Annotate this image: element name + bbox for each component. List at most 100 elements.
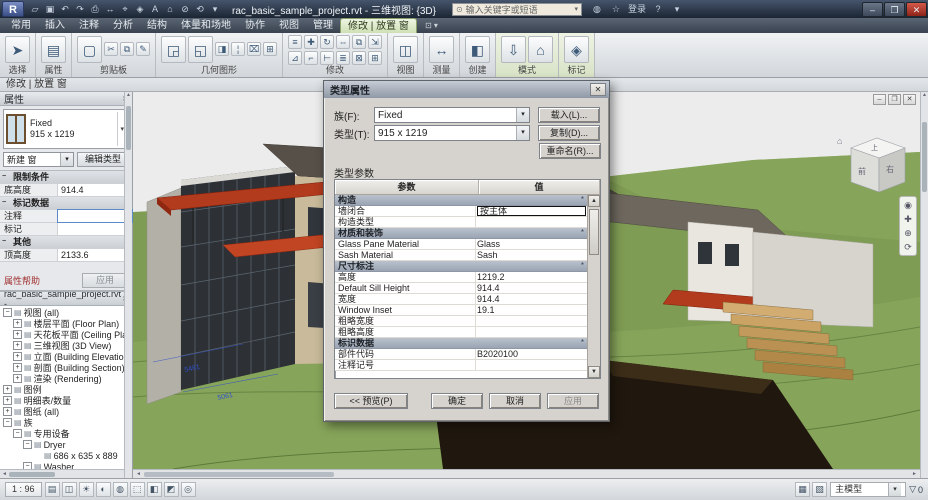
properties-help-link[interactable]: 属性帮助 — [4, 274, 40, 287]
show-crop-icon[interactable]: ◧ — [146, 482, 162, 497]
help-dropdown-icon[interactable]: ▾ — [670, 2, 684, 16]
ribbon-tab[interactable]: 分析 — [106, 18, 140, 33]
tree-item[interactable]: − ▤ Dryer — [0, 439, 132, 450]
param-value[interactable] — [476, 327, 587, 337]
viewcube-home-icon[interactable]: ⌂ — [837, 136, 842, 146]
tree-expander-icon[interactable]: + — [13, 330, 22, 339]
scroll-down-icon[interactable]: ▼ — [588, 366, 600, 378]
properties-icon[interactable]: ▤ — [41, 35, 66, 63]
zoom-icon[interactable]: ⊕ — [904, 228, 912, 238]
demolish-icon[interactable]: ⌧ — [247, 42, 261, 56]
open-icon[interactable]: ▱ — [28, 2, 42, 16]
table-vscrollbar[interactable]: ▲ ▼ — [587, 195, 600, 378]
param-value[interactable] — [476, 360, 587, 370]
model-in-place-icon[interactable]: ⌂ — [528, 35, 553, 63]
view-close-icon[interactable]: ✕ — [903, 94, 916, 105]
selection-filter[interactable]: ▽ 0 — [909, 484, 923, 495]
dialog-title-bar[interactable]: 类型属性 ✕ — [324, 81, 609, 98]
param-value-editor[interactable]: 按主体 — [477, 206, 586, 216]
duplicate-button[interactable]: 复制(D)... — [538, 125, 600, 141]
split-face-icon[interactable]: ¦ — [231, 42, 245, 56]
worksets-icon[interactable]: ▦ — [795, 482, 811, 497]
tree-item[interactable]: ▤ 686 x 635 x 889 — [0, 450, 132, 461]
family-combo[interactable]: Fixed ▾ — [374, 107, 530, 123]
canvas-hscrollbar[interactable]: ◄ ► — [133, 469, 920, 478]
scale-icon[interactable]: ⊿ — [288, 51, 302, 65]
dialog-close-button[interactable]: ✕ — [590, 83, 606, 96]
tree-expander-icon[interactable]: − — [13, 429, 22, 438]
ribbon-tab[interactable]: 插入 — [38, 18, 72, 33]
scroll-up-icon[interactable]: ▲ — [588, 195, 600, 207]
paint-icon[interactable]: ◨ — [215, 42, 229, 56]
filter-icon[interactable]: ▽ — [909, 484, 916, 495]
print-icon[interactable]: ⎙ — [88, 2, 102, 16]
reveal-hidden-icon[interactable]: ◎ — [180, 482, 196, 497]
view-restore-icon[interactable]: ❐ — [888, 94, 901, 105]
crop-view-icon[interactable]: ⬚ — [129, 482, 145, 497]
collapse-icon[interactable]: − — [2, 197, 10, 209]
scroll-left-icon[interactable]: ◄ — [136, 471, 141, 477]
tree-expander-icon[interactable]: + — [3, 396, 12, 405]
ribbon-tab[interactable]: 常用 — [4, 18, 38, 33]
param-value[interactable]: Glass — [476, 239, 587, 249]
ribbon-tab[interactable]: 管理 — [306, 18, 340, 33]
scroll-thumb[interactable] — [589, 209, 599, 255]
rotate-icon[interactable]: ↻ — [320, 35, 334, 49]
mirror-icon[interactable]: ⇔ — [336, 35, 350, 49]
load-button[interactable]: 载入(L)... — [538, 107, 600, 123]
orbit-icon[interactable]: ⟳ — [904, 242, 912, 252]
combo-arrow-icon[interactable]: ▾ — [516, 108, 529, 122]
cut-icon[interactable]: ✂ — [104, 42, 118, 56]
align-icon[interactable]: ≡ — [288, 35, 302, 49]
offset-icon[interactable]: ⇲ — [368, 35, 382, 49]
tree-item[interactable]: + ▤ 图纸 (all) — [0, 406, 132, 417]
scroll-right-icon[interactable]: ► — [912, 471, 917, 477]
tree-item[interactable]: + ▤ 明细表/数量 — [0, 395, 132, 406]
ribbon-tab[interactable]: 体量和场地 — [174, 18, 238, 33]
cut-geometry-icon[interactable]: ◲ — [161, 35, 186, 63]
param-value[interactable]: Sash — [476, 250, 587, 260]
visual-style-icon[interactable]: ◫ — [61, 482, 77, 497]
pin-element-icon[interactable]: ⊞ — [368, 51, 382, 65]
measure-panel-icon[interactable]: ↔ — [429, 35, 454, 63]
communication-center-icon[interactable]: ◍ — [590, 2, 604, 16]
copy-element-icon[interactable]: ⧉ — [352, 35, 366, 49]
minimize-button[interactable]: – — [862, 1, 883, 17]
collapse-icon[interactable]: − — [2, 236, 10, 248]
param-value[interactable]: 914.4 — [476, 283, 587, 293]
tree-item[interactable]: − ▤ 专用设备 — [0, 428, 132, 439]
scroll-up-icon[interactable]: ▲ — [922, 92, 927, 98]
redo-icon[interactable]: ↷ — [73, 2, 87, 16]
help-icon[interactable]: ? — [651, 2, 665, 16]
edit-type-button[interactable]: 编辑类型 — [77, 152, 129, 167]
ribbon-minimize-button[interactable]: ⊡ ▾ — [425, 18, 438, 33]
param-value[interactable]: 1219.2 — [476, 272, 587, 282]
tree-item[interactable]: − ▤ Washer — [0, 461, 132, 469]
preview-button[interactable]: << 预览(P) — [334, 393, 408, 409]
tree-expander-icon[interactable]: − — [3, 308, 12, 317]
param-value[interactable]: 19.1 — [476, 305, 587, 315]
load-family-icon[interactable]: ⇩ — [501, 35, 526, 63]
property-value[interactable] — [58, 223, 132, 235]
favorites-icon[interactable]: ☆ — [609, 2, 623, 16]
tree-expander-icon[interactable]: + — [3, 407, 12, 416]
view-scale[interactable]: 1 : 96 — [5, 482, 42, 497]
search-dropdown-icon[interactable]: ▾ — [574, 5, 578, 13]
tree-expander-icon[interactable]: + — [13, 363, 22, 372]
property-value[interactable] — [57, 209, 133, 223]
tree-expander-icon[interactable]: − — [3, 418, 12, 427]
undo-icon[interactable]: ↶ — [58, 2, 72, 16]
combo-arrow-icon[interactable]: ▾ — [888, 483, 902, 496]
scroll-thumb[interactable] — [8, 471, 55, 477]
tree-expander-icon[interactable]: − — [23, 462, 32, 469]
ok-button[interactable]: 确定 — [431, 393, 483, 409]
side-wall[interactable] — [146, 187, 182, 405]
search-input[interactable]: 输入关键字或短语 — [466, 3, 575, 16]
aligned-dimension-icon[interactable]: ⌖ — [118, 2, 132, 16]
param-value[interactable] — [476, 316, 587, 326]
move-icon[interactable]: ✚ — [304, 35, 318, 49]
modify-select-icon[interactable]: ➤ — [5, 35, 30, 63]
tree-expander-icon[interactable]: + — [13, 352, 22, 361]
properties-apply-button[interactable]: 应用 — [82, 273, 128, 288]
canvas-vscrollbar[interactable]: ▲ — [920, 92, 928, 478]
